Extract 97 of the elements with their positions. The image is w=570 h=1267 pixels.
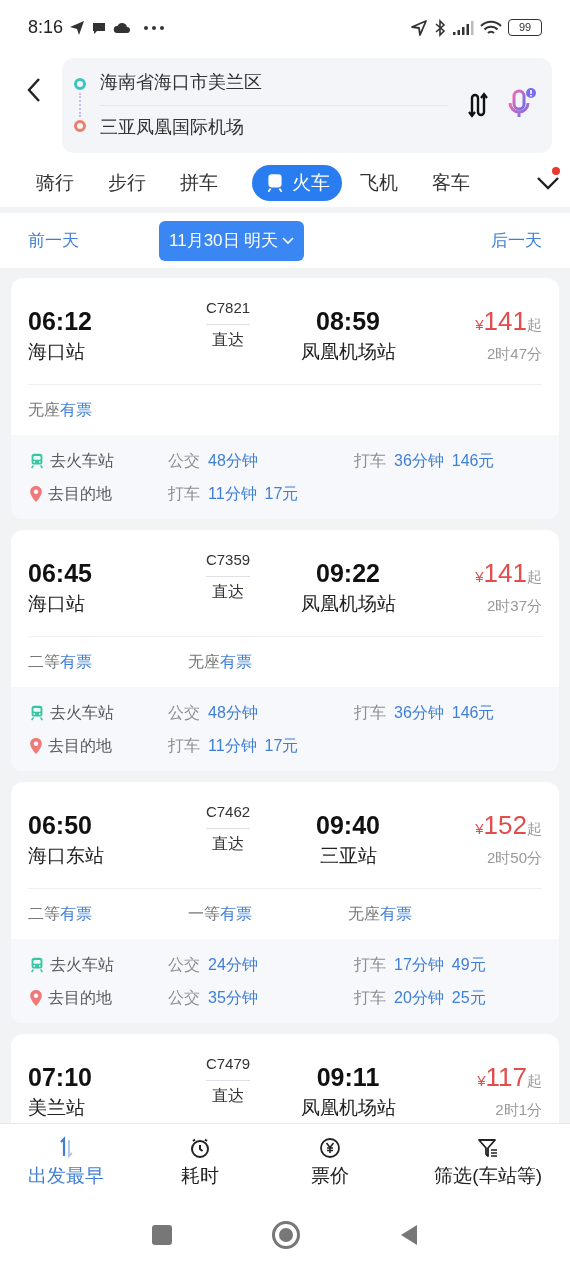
- duration: 2时50分: [486, 848, 542, 868]
- train-type: 直达: [212, 834, 244, 854]
- transport-option: 公交 24分钟: [168, 952, 354, 977]
- transfer-label: 去火车站: [50, 702, 114, 723]
- mode-tab[interactable]: 骑行: [36, 168, 74, 198]
- signal-icon: [452, 19, 474, 36]
- train-number: C7462: [205, 802, 251, 822]
- departure-time: 06:45: [28, 558, 93, 588]
- home-button[interactable]: [272, 1221, 300, 1249]
- arrival-time: 09:22: [316, 558, 380, 588]
- seat-availability: 一等有票: [188, 904, 253, 924]
- transport-option: 打车 11分钟 17元: [168, 733, 354, 758]
- price: ¥141起: [475, 306, 542, 338]
- transport-option: 公交 35分钟: [168, 985, 354, 1010]
- train-card[interactable]: 06:50 海口东站 C7462 直达 09:40 三亚站 ¥152起 2时50分 二等有票 一等有票 无座有票 去火车站 公交 24分钟 打车 17分钟 49元 去目的地 公交 35分钟 打车 20分钟 25元: [11, 782, 559, 1023]
- seat-availability: 二等有票: [28, 652, 93, 672]
- transfer-label: 去火车站: [50, 954, 114, 975]
- train-card[interactable]: 06:12 海口站 C7821 直达 08:59 凤凰机场站 ¥141起 2时47分 无座有票 去火车站 公交 48分钟 打车 36分钟 146元 去目的地 打车 11分钟 17元: [11, 278, 559, 519]
- duration: 2时1分: [495, 1100, 542, 1120]
- arrival-time: 09:11: [316, 1062, 380, 1092]
- departure-station: 美兰站: [28, 1096, 85, 1120]
- location-pin-icon: [28, 736, 44, 755]
- sort-tab[interactable]: 耗时: [140, 1136, 260, 1191]
- back-nav-icon[interactable]: [400, 1224, 418, 1246]
- mode-tab[interactable]: 客车: [432, 168, 470, 198]
- destination-field[interactable]: 三亚凤凰国际机场: [100, 105, 452, 150]
- seat-availability: 无座有票: [188, 652, 253, 672]
- transport-option: 打车 36分钟 146元: [354, 448, 495, 473]
- arrival-station: 三亚站: [319, 844, 377, 868]
- train-number: C7821: [205, 298, 251, 318]
- transport-option: 公交 48分钟: [168, 700, 354, 725]
- sort-tab[interactable]: 出发最早: [28, 1136, 104, 1191]
- transport-option: 打车 17分钟 49元: [354, 952, 486, 977]
- transport-option: 打车 36分钟 146元: [354, 700, 495, 725]
- arrival-time: 08:59: [316, 306, 380, 336]
- seat-availability: 无座有票: [348, 904, 413, 924]
- expand-icon[interactable]: [536, 175, 560, 191]
- train-type: 直达: [212, 1086, 244, 1106]
- transfer-label: 去目的地: [48, 987, 112, 1008]
- departure-time: 06:12: [28, 306, 93, 336]
- mode-tab[interactable]: 步行: [108, 168, 146, 198]
- location-arrow-icon: [410, 18, 428, 37]
- location-pin-icon: [28, 484, 44, 503]
- train-type: 直达: [212, 582, 244, 602]
- mode-tab[interactable]: 拼车: [180, 168, 218, 198]
- train-icon: [28, 451, 46, 470]
- back-icon[interactable]: [26, 77, 42, 103]
- transfer-label: 去目的地: [48, 735, 112, 756]
- yen-coin-icon: [318, 1136, 342, 1161]
- battery-indicator: 99: [508, 19, 542, 36]
- train-type: 直达: [212, 330, 244, 350]
- duration: 2时47分: [486, 344, 542, 364]
- chat-icon: [91, 20, 108, 35]
- departure-station: 海口站: [28, 592, 85, 616]
- duration: 2时37分: [486, 596, 542, 616]
- clock-time: 8:16: [28, 16, 64, 39]
- price: ¥152起: [475, 810, 542, 842]
- next-day-link[interactable]: 后一天: [491, 227, 542, 254]
- transport-option: 公交 48分钟: [168, 448, 354, 473]
- arrival-station: 凤凰机场站: [300, 1096, 396, 1120]
- price: ¥141起: [475, 558, 542, 590]
- train-number: C7479: [205, 1054, 251, 1074]
- sort-tab[interactable]: 筛选(车站等): [434, 1136, 542, 1191]
- swap-icon[interactable]: [466, 92, 490, 118]
- arrival-time: 09:40: [316, 810, 380, 840]
- price: ¥117起: [477, 1062, 542, 1094]
- departure-station: 海口东站: [28, 844, 104, 868]
- sort-tab[interactable]: 票价: [270, 1136, 390, 1191]
- bluetooth-icon: [434, 18, 446, 37]
- train-icon: [28, 703, 46, 722]
- date-selector[interactable]: 11月30日 明天: [159, 220, 305, 261]
- departure-time: 06:50: [28, 810, 93, 840]
- seat-availability: 无座有票: [28, 400, 93, 420]
- train-card[interactable]: 06:45 海口站 C7359 直达 09:22 凤凰机场站 ¥141起 2时37分 二等有票 无座有票 去火车站 公交 48分钟 打车 36分钟 146元 去目的地 打车 11分钟 17元: [11, 530, 559, 771]
- departure-station: 海口站: [28, 340, 85, 364]
- stopwatch-icon: [188, 1136, 212, 1161]
- arrival-station: 凤凰机场站: [300, 340, 396, 364]
- origin-field[interactable]: 海南省海口市美兰区: [100, 60, 452, 105]
- train-number: C7359: [205, 550, 251, 570]
- wifi-icon: [480, 19, 502, 36]
- previous-day-link[interactable]: 前一天: [28, 227, 79, 254]
- cloud-icon: [113, 21, 132, 34]
- mode-tab[interactable]: 火车: [252, 165, 342, 201]
- train-icon: [28, 955, 46, 974]
- transfer-label: 去火车站: [50, 450, 114, 471]
- mode-tab[interactable]: 飞机: [360, 168, 398, 198]
- seat-availability: 二等有票: [28, 904, 93, 924]
- transfer-label: 去目的地: [48, 483, 112, 504]
- location-pin-icon: [28, 988, 44, 1007]
- transport-option: 打车 20分钟 25元: [354, 985, 486, 1010]
- caret-icon: [282, 236, 295, 245]
- send-icon: [69, 19, 86, 36]
- train-card[interactable]: 07:10 美兰站 C7479 直达 09:11 凤凰机场站 ¥117起 2时1分: [11, 1034, 559, 1123]
- arrival-station: 凤凰机场站: [300, 592, 396, 616]
- transport-option: 打车 11分钟 17元: [168, 481, 354, 506]
- more-icon: [143, 24, 166, 31]
- departure-time: 07:10: [28, 1062, 93, 1092]
